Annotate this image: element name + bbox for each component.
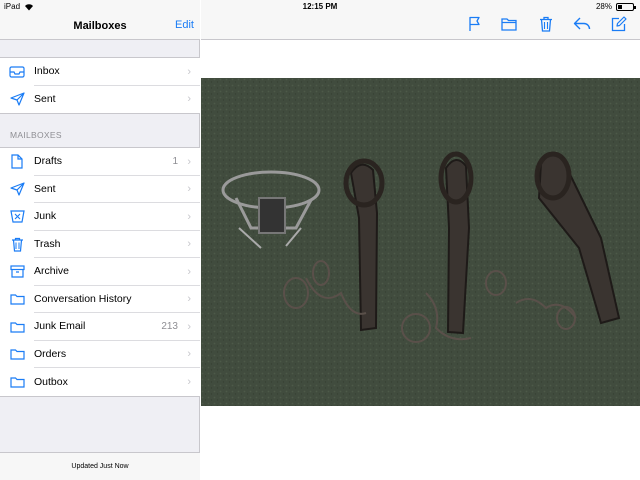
chevron-right-icon: ›: [187, 65, 191, 78]
sidebar-item-trash[interactable]: Trash ›: [0, 231, 200, 258]
chevron-right-icon: ›: [187, 183, 191, 196]
sidebar-item-label: Archive: [34, 258, 200, 286]
folder-icon: [0, 376, 34, 388]
battery-icon: [616, 2, 636, 11]
sidebar-item-label: Orders: [34, 341, 200, 368]
paper-plane-icon: [0, 182, 34, 196]
sidebar-item-label: Conversation History: [34, 286, 200, 313]
attachment-photo[interactable]: [201, 78, 640, 406]
traps-photo-illustration: [201, 78, 640, 406]
clock: 12:15 PM: [302, 2, 338, 11]
sidebar-item-archive[interactable]: Archive ›: [0, 258, 200, 286]
sidebar-item-label: Sent: [34, 93, 56, 106]
sidebar-item-label: Trash: [34, 231, 200, 258]
sidebar-item-drafts[interactable]: Drafts 1 ›: [0, 148, 200, 176]
folder-icon: [0, 348, 34, 360]
reply-icon[interactable]: [573, 16, 591, 32]
chevron-right-icon: ›: [187, 348, 191, 361]
sidebar-item-junk-email[interactable]: Junk Email 213 ›: [0, 313, 200, 341]
junk-bin-icon: [0, 210, 34, 223]
trash-icon: [0, 237, 34, 252]
sidebar-item-orders[interactable]: Orders ›: [0, 341, 200, 368]
sidebar-item-sent[interactable]: Sent ›: [0, 86, 200, 114]
chevron-right-icon: ›: [187, 93, 191, 106]
chevron-right-icon: ›: [187, 210, 191, 223]
archive-box-icon: [0, 265, 34, 278]
sidebar-item-label: Outbox: [34, 375, 68, 388]
edit-button[interactable]: Edit: [175, 19, 194, 31]
flag-icon[interactable]: [467, 16, 483, 32]
update-status: Updated Just Now: [0, 452, 200, 480]
sidebar-item-sent-mailbox[interactable]: Sent ›: [0, 176, 200, 203]
unread-count: 1: [172, 156, 178, 168]
sidebar-title: Mailboxes: [73, 20, 127, 32]
sidebar-item-conversation-history[interactable]: Conversation History ›: [0, 286, 200, 313]
inbox-tray-icon: [0, 66, 34, 78]
sidebar-item-inbox[interactable]: Inbox ›: [0, 58, 200, 86]
folder-icon[interactable]: [501, 16, 517, 32]
status-bar: iPad 12:15 PM 28%: [0, 0, 640, 14]
battery-level: [618, 4, 622, 9]
mailboxes-sidebar: Mailboxes Edit Inbox › Sent › MAILBOXES …: [0, 0, 200, 480]
chevron-right-icon: ›: [187, 320, 191, 333]
paper-plane-icon: [0, 92, 34, 106]
section-title: MAILBOXES: [10, 130, 62, 140]
document-icon: [0, 154, 34, 169]
top-mailbox-group: Inbox › Sent ›: [0, 57, 200, 114]
sidebar-item-junk[interactable]: Junk ›: [0, 203, 200, 231]
chevron-right-icon: ›: [187, 293, 191, 306]
chevron-right-icon: ›: [187, 375, 191, 388]
mailbox-list: Drafts 1 › Sent › Junk › Trash › Archive…: [0, 147, 200, 397]
trash-icon[interactable]: [538, 16, 554, 32]
folder-icon: [0, 321, 34, 333]
chevron-right-icon: ›: [187, 265, 191, 278]
unread-count: 213: [161, 321, 178, 333]
sidebar-item-label: Sent: [34, 176, 200, 203]
sidebar-item-label: Junk: [34, 203, 200, 231]
compose-icon[interactable]: [611, 16, 627, 32]
chevron-right-icon: ›: [187, 238, 191, 251]
battery-percent: 28%: [595, 2, 612, 11]
chevron-right-icon: ›: [187, 155, 191, 168]
folder-icon: [0, 293, 34, 305]
sidebar-item-outbox[interactable]: Outbox ›: [0, 368, 200, 396]
message-pane: [201, 0, 640, 480]
sidebar-item-label: Inbox: [34, 58, 200, 86]
